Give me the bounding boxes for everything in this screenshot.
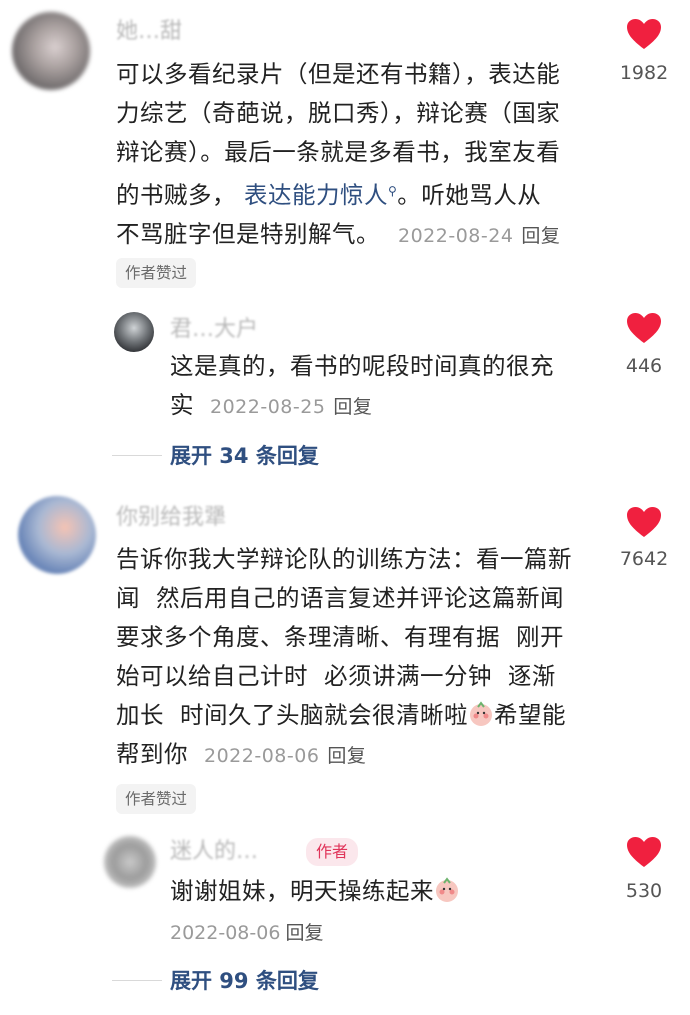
reply-button[interactable]: 回复 xyxy=(521,225,560,247)
text-line: 要求多个角度、条理清晰、有理有据 刚开 xyxy=(116,623,564,651)
author-liked-badge: 作者赞过 xyxy=(116,784,197,814)
heart-icon xyxy=(627,837,661,867)
comment-text: 可以多看纪录片（但是还有书籍），表达能 力综艺（奇葩说，脱口秀），辩论赛（国家 … xyxy=(116,55,606,256)
author-liked-badge: 作者赞过 xyxy=(116,258,197,288)
text-line: 辩论赛）。最后一条就是多看书，我室友看 xyxy=(116,138,561,166)
blush-emoji-icon xyxy=(469,701,492,726)
text-line: 闻 然后用自己的语言复述并评论这篇新闻 xyxy=(116,584,564,612)
avatar[interactable] xyxy=(18,496,96,574)
text-segment: 加长 时间久了头脑就会很清晰啦 xyxy=(116,701,468,729)
text-segment: 帮到你 xyxy=(116,740,188,768)
heart-icon xyxy=(627,507,661,537)
like-button[interactable] xyxy=(626,18,662,50)
comment-text: 告诉你我大学辩论队的训练方法：看一篇新 闻 然后用自己的语言复述并评论这篇新闻 … xyxy=(116,540,606,776)
text-line: 告诉你我大学辩论队的训练方法：看一篇新 xyxy=(116,545,572,573)
like-count: 7642 xyxy=(619,548,669,570)
text-line: 不骂脏字但是特别解气。 2022-08-24 回复 xyxy=(116,215,606,256)
reply-text: 这是真的，看书的呢段时间真的很充 实 2022-08-25 回复 xyxy=(170,347,590,427)
text-segment: 不骂脏字但是特别解气。 xyxy=(116,220,380,248)
text-segment: 实 xyxy=(170,391,194,419)
avatar[interactable] xyxy=(12,12,90,90)
expand-replies-button[interactable]: 展开 99 条回复 xyxy=(170,965,319,995)
username[interactable]: 君…大户 xyxy=(170,316,258,344)
comment-date: 2022-08-06 xyxy=(170,922,281,944)
text-line: 可以多看纪录片（但是还有书籍），表达能 xyxy=(116,60,561,88)
text-line: 实 2022-08-25 回复 xyxy=(170,386,590,427)
username[interactable]: 迷人的… xyxy=(170,838,258,866)
search-icon: ⚲ xyxy=(387,184,398,198)
like-count: 530 xyxy=(625,880,663,902)
text-line: 谢谢姐妹，明天操练起来 xyxy=(170,872,590,911)
text-segment: 希望能 xyxy=(493,701,566,729)
text-line: 的书贼多， 表达能力惊人⚲。听她骂人从 xyxy=(116,172,606,215)
avatar[interactable] xyxy=(104,836,156,888)
reply-button[interactable]: 回复 xyxy=(327,745,366,767)
like-count: 446 xyxy=(625,355,663,377)
like-button[interactable] xyxy=(626,506,662,538)
heart-icon xyxy=(627,313,661,343)
text-line: 力综艺（奇葩说，脱口秀），辩论赛（国家 xyxy=(116,99,561,127)
text-line: 始可以给自己计时 必须讲满一分钟 逐渐 xyxy=(116,662,556,690)
search-link[interactable]: 表达能力惊人⚲ xyxy=(244,181,397,209)
comment-date: 2022-08-24 xyxy=(397,225,514,247)
expand-replies-button[interactable]: 展开 34 条回复 xyxy=(170,440,319,470)
username[interactable]: 你别给我犟 xyxy=(116,504,226,532)
expand-divider xyxy=(112,980,162,981)
search-link-label: 表达能力惊人 xyxy=(243,181,388,209)
comment-date: 2022-08-25 xyxy=(209,396,326,418)
text-line: 帮到你 2022-08-06 回复 xyxy=(116,735,606,776)
reply-text: 谢谢姐妹，明天操练起来 xyxy=(170,872,590,911)
reply-button[interactable]: 回复 xyxy=(286,922,324,944)
reply-meta: 2022-08-06 回复 xyxy=(170,918,324,945)
text-line: 加长 时间久了头脑就会很清晰啦 希望能 xyxy=(116,696,606,735)
heart-icon xyxy=(627,19,661,49)
blush-emoji-icon xyxy=(436,877,458,902)
text-segment: 。听她骂人从 xyxy=(397,181,542,209)
avatar[interactable] xyxy=(114,312,154,352)
reply-button[interactable]: 回复 xyxy=(333,396,372,418)
author-tag: 作者 xyxy=(306,838,359,866)
text-line: 这是真的，看书的呢段时间真的很充 xyxy=(170,352,554,380)
like-button[interactable] xyxy=(626,836,662,868)
expand-divider xyxy=(112,455,162,456)
username[interactable]: 她…甜 xyxy=(116,18,182,46)
like-button[interactable] xyxy=(626,312,662,344)
text-segment: 谢谢姐妹，明天操练起来 xyxy=(170,877,434,905)
text-segment: 的书贼多， xyxy=(116,181,236,209)
comment-date: 2022-08-06 xyxy=(203,745,320,767)
like-count: 1982 xyxy=(619,62,669,84)
